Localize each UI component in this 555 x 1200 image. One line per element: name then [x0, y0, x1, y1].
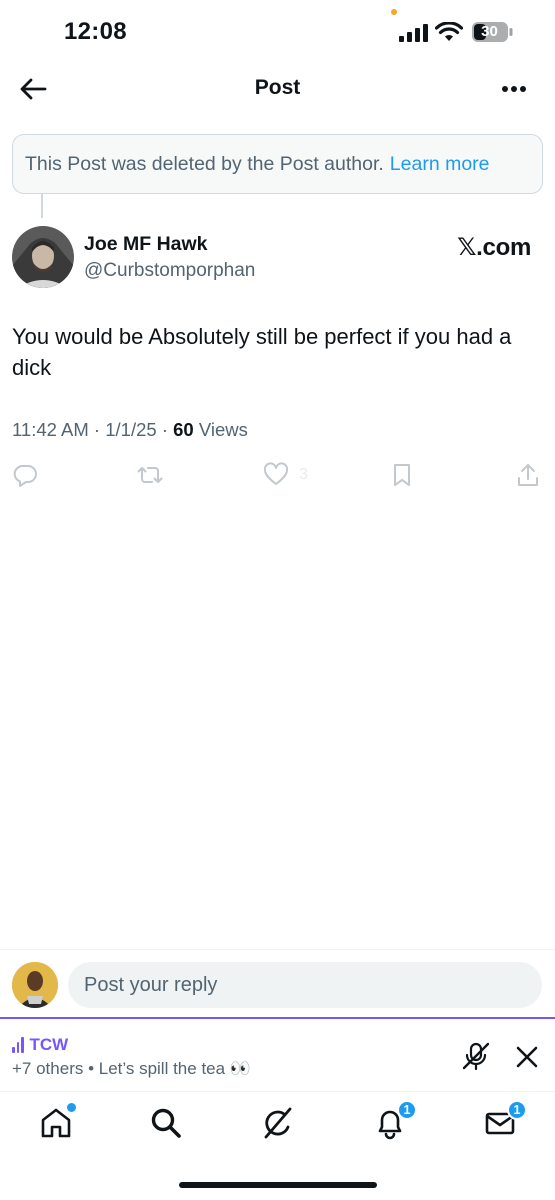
post-meta: 11:42 AM · 1/1/25 · 60 Views: [12, 419, 248, 440]
like-button[interactable]: 3: [263, 458, 308, 492]
space-title: TCW: [12, 1035, 68, 1055]
reply-input[interactable]: [68, 962, 542, 1008]
home-indicator: [179, 1182, 377, 1188]
cellular-signal-icon: [399, 24, 428, 42]
post-time[interactable]: 11:42 AM: [12, 419, 89, 440]
top-header: Post: [0, 64, 555, 116]
deleted-post-notice: This Post was deleted by the Post author…: [12, 134, 543, 194]
post-text: You would be Absolutely still be perfect…: [12, 324, 512, 380]
nav-grok[interactable]: [261, 1106, 295, 1140]
deleted-notice-text: This Post was deleted by the Post author…: [25, 152, 384, 175]
thread-connector-line: [41, 194, 43, 218]
views-label: Views: [198, 419, 248, 440]
live-space-banner[interactable]: TCW +7 others • Let’s spill the tea 👀: [0, 1017, 555, 1091]
status-bar: 12:08 30: [0, 0, 555, 64]
space-subtitle: +7 others • Let’s spill the tea 👀: [12, 1059, 251, 1078]
nav-search[interactable]: [149, 1106, 183, 1140]
nav-notifications[interactable]: 1: [373, 1100, 417, 1140]
repost-icon: [137, 467, 163, 483]
nav-home[interactable]: [39, 1103, 76, 1140]
share-button[interactable]: [515, 458, 541, 492]
battery-icon: 30: [471, 21, 513, 43]
recording-indicator-dot: [391, 9, 397, 15]
notifications-badge: 1: [397, 1100, 417, 1120]
reply-composer: [0, 949, 555, 1017]
learn-more-link[interactable]: Learn more: [390, 153, 490, 176]
post-action-bar: 3: [0, 458, 555, 494]
grok-icon: [264, 1107, 292, 1139]
space-name: TCW: [29, 1035, 69, 1054]
current-user-avatar[interactable]: [12, 962, 58, 1008]
repost-button[interactable]: [137, 458, 163, 492]
author-handle[interactable]: @Curbstomporphan: [84, 260, 255, 282]
wifi-icon: [435, 22, 463, 41]
battery-level: 30: [481, 23, 498, 40]
author-name[interactable]: Joe MF Hawk: [84, 233, 208, 256]
close-icon[interactable]: [513, 1043, 541, 1071]
nav-messages[interactable]: 1: [483, 1100, 527, 1140]
like-count: 3: [299, 466, 308, 483]
views-count: 60: [173, 419, 194, 440]
reply-icon: [13, 465, 37, 487]
bookmark-button[interactable]: [389, 458, 415, 492]
reply-button[interactable]: [12, 458, 38, 492]
audio-bars-icon: [12, 1037, 24, 1053]
home-notification-dot: [67, 1103, 76, 1112]
more-options-button[interactable]: [497, 72, 531, 106]
messages-badge: 1: [507, 1100, 527, 1120]
search-icon: [151, 1108, 181, 1138]
post-date[interactable]: 1/1/25: [105, 419, 156, 440]
mic-muted-icon[interactable]: [461, 1041, 491, 1071]
x-com-source-label[interactable]: 𝕏.com: [457, 233, 531, 262]
page-title: Post: [254, 76, 301, 99]
bookmark-icon: [394, 464, 410, 486]
share-icon: [518, 464, 538, 486]
status-time: 12:08: [64, 18, 127, 45]
heart-icon: [263, 462, 289, 485]
more-horizontal-icon: [502, 86, 526, 92]
author-avatar[interactable]: [12, 226, 74, 288]
